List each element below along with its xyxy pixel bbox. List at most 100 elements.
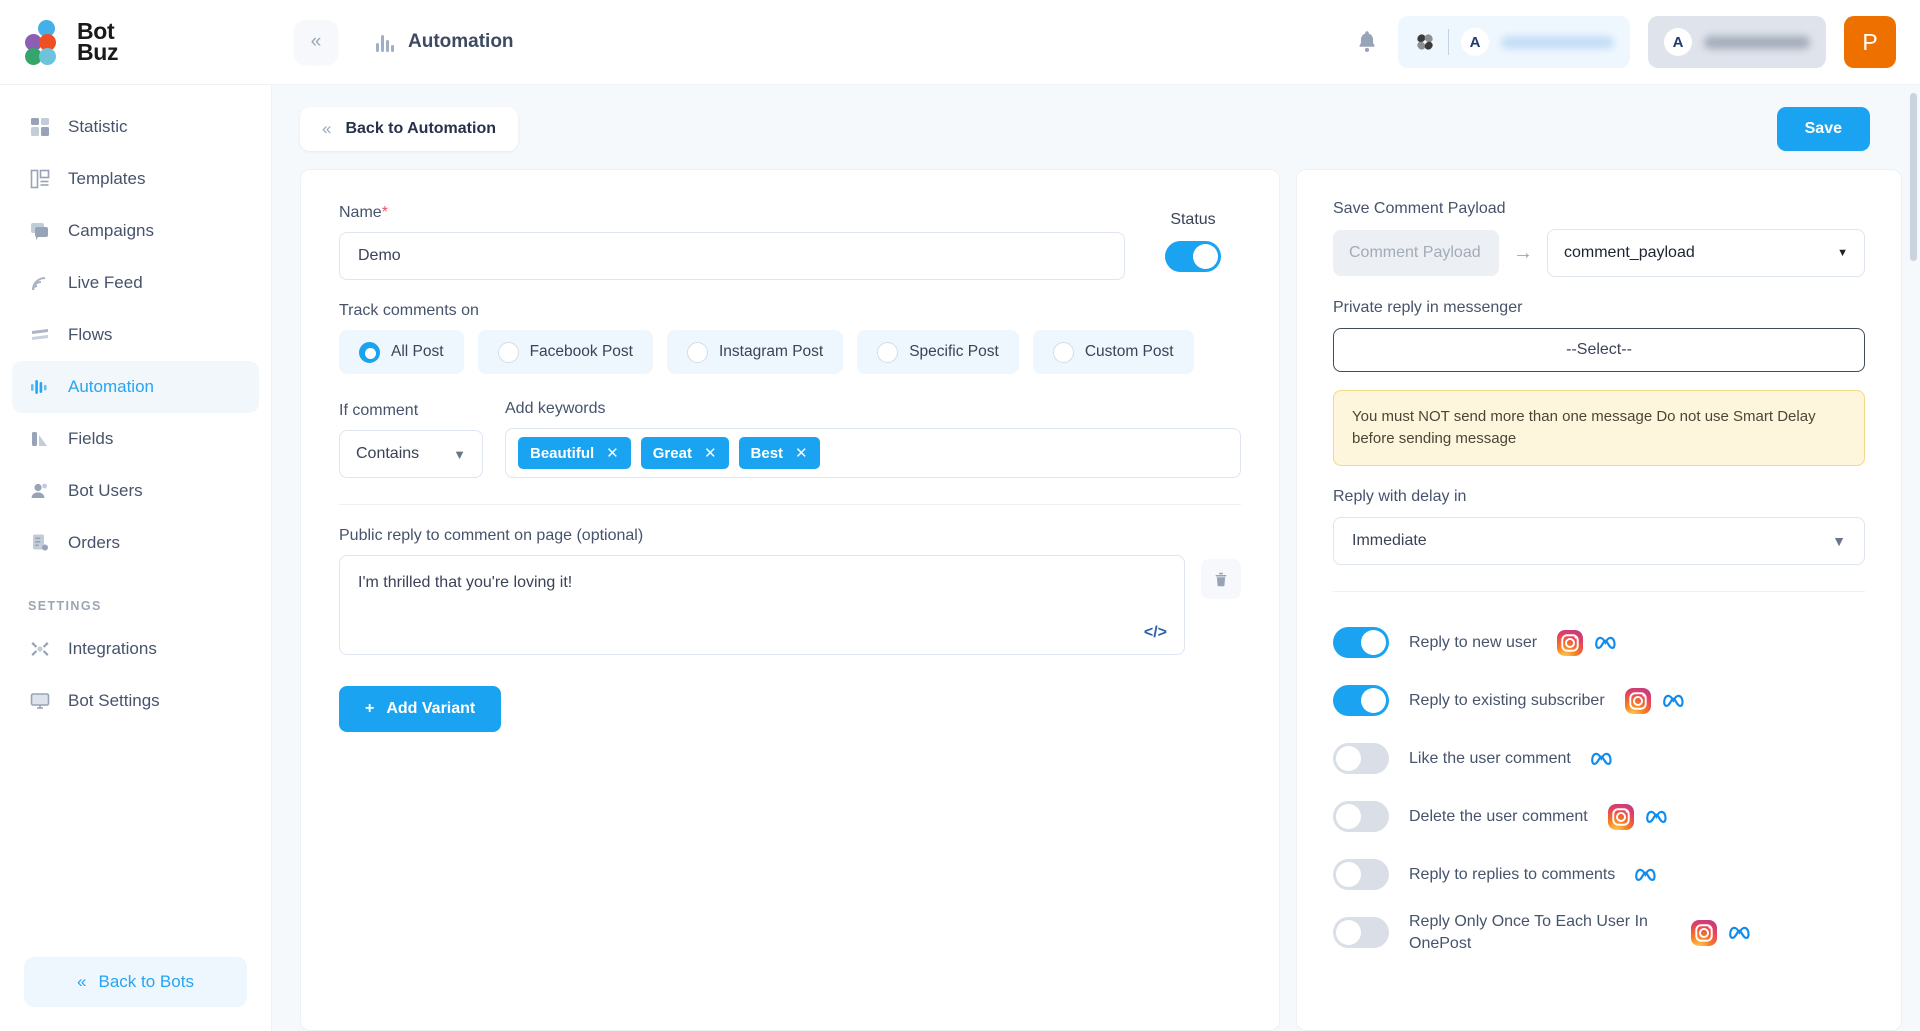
- instagram-icon: [1624, 687, 1651, 714]
- trash-icon: [1215, 572, 1227, 587]
- close-icon[interactable]: ✕: [704, 444, 717, 462]
- account-selector[interactable]: A: [1648, 16, 1826, 68]
- sidebar-item-label: Statistic: [68, 117, 128, 136]
- sidebar-item-statistic[interactable]: Statistic: [12, 101, 259, 153]
- sidebar-item-bot-users[interactable]: Bot Users: [12, 465, 259, 517]
- workspace-selector[interactable]: A: [1398, 16, 1630, 68]
- chevron-double-left-icon: «: [322, 119, 332, 138]
- account-avatar: A: [1664, 28, 1692, 56]
- payload-row: Comment Payload → comment_payload ▼: [1333, 229, 1865, 277]
- top-bar: Bot Buz « Automation A A P: [0, 0, 1920, 85]
- page-title: Automation: [408, 31, 514, 52]
- statistic-icon: [28, 115, 52, 139]
- toggle-row-reply-to-replies: Reply to replies to comments: [1333, 846, 1865, 904]
- content-area: « Back to Automation Save Name* Demo Sta…: [272, 85, 1920, 1031]
- panes: Name* Status Track comments on: [272, 169, 1920, 1031]
- instagram-icon: [1557, 629, 1584, 656]
- save-button[interactable]: Save: [1776, 107, 1870, 151]
- toggle-delete-user-comment[interactable]: [1333, 801, 1389, 832]
- close-icon[interactable]: ✕: [606, 444, 619, 462]
- add-keywords-label: Add keywords: [505, 400, 606, 417]
- track-comments-group: Track comments on All Post Facebook Post: [339, 302, 1241, 374]
- public-reply-textarea[interactable]: [339, 555, 1185, 655]
- account-name-blurred: [1704, 35, 1810, 49]
- keyword-chip[interactable]: Best ✕: [738, 437, 820, 469]
- toggle-row-reply-new-user: Reply to new user: [1333, 614, 1865, 672]
- add-variant-button[interactable]: + Add Variant: [339, 686, 502, 732]
- track-comments-label: Track comments on: [339, 302, 479, 319]
- if-comment-label: If comment: [339, 402, 419, 419]
- reply-delay-label: Reply with delay in: [1333, 487, 1467, 505]
- toggle-label: Reply to replies to comments: [1409, 865, 1616, 883]
- sidebar-item-label: Fields: [68, 429, 114, 448]
- reply-delay-select[interactable]: Immediate ▼: [1333, 516, 1865, 565]
- toggle-reply-to-replies[interactable]: [1333, 859, 1389, 890]
- sidebar-item-templates[interactable]: Templates: [12, 153, 259, 205]
- sidebar-item-flows[interactable]: Flows: [12, 309, 259, 361]
- radio-facebook-post[interactable]: Facebook Post: [477, 330, 653, 374]
- toggle-reply-existing-subscriber[interactable]: [1333, 685, 1389, 716]
- keyword-chip[interactable]: Beautiful ✕: [518, 437, 631, 469]
- sidebar-item-live-feed[interactable]: Live Feed: [12, 257, 259, 309]
- toggle-reply-once-per-user[interactable]: [1333, 917, 1389, 948]
- add-keywords-group: Add keywords Beautiful ✕ Great ✕ Best ✕: [505, 400, 1241, 478]
- toggle-label: Reply to existing subscriber: [1409, 691, 1605, 709]
- page-header: Automation: [376, 31, 514, 53]
- toggle-label: Like the user comment: [1409, 749, 1571, 767]
- sidebar-item-label: Bot Users: [68, 481, 143, 500]
- workspace-name-blurred: [1501, 35, 1614, 49]
- sidebar-item-label: Automation: [68, 377, 154, 396]
- notification-bell-icon[interactable]: [1354, 27, 1380, 57]
- templates-icon: [28, 167, 52, 191]
- if-comment-select[interactable]: Contains ▼: [339, 430, 483, 478]
- radio-indicator: [1052, 341, 1074, 363]
- keyword-chip[interactable]: Great ✕: [640, 437, 729, 469]
- status-toggle[interactable]: [1165, 241, 1221, 272]
- radio-custom-post[interactable]: Custom Post: [1032, 330, 1194, 374]
- chevron-down-icon: ▼: [453, 446, 466, 462]
- live-feed-icon: [28, 271, 52, 295]
- keywords-row: If comment Contains ▼ Add keywords Beaut…: [339, 400, 1241, 478]
- sidebar-item-integrations[interactable]: Integrations: [12, 623, 259, 675]
- chevron-double-left-icon: «: [310, 31, 322, 52]
- workspace-avatar: A: [1461, 28, 1489, 56]
- name-label: Name*: [339, 204, 1125, 222]
- code-icon[interactable]: </>: [1144, 624, 1167, 642]
- name-field-group: Name*: [339, 204, 1125, 280]
- instagram-icon: [1691, 919, 1717, 946]
- sidebar-collapse-button[interactable]: «: [294, 20, 338, 64]
- warning-message: You must NOT send more than one message …: [1333, 390, 1865, 466]
- sidebar-item-automation[interactable]: Automation: [12, 361, 259, 413]
- keyword-label: Beautiful: [530, 444, 595, 462]
- content-toolbar: « Back to Automation Save: [272, 85, 1920, 169]
- back-to-automation-button[interactable]: « Back to Automation: [300, 107, 518, 151]
- radio-all-post[interactable]: All Post: [339, 330, 464, 374]
- radio-indicator: [359, 341, 380, 363]
- sidebar-item-orders[interactable]: Orders: [12, 517, 259, 569]
- keywords-input[interactable]: Beautiful ✕ Great ✕ Best ✕: [505, 428, 1241, 478]
- sidebar-item-bot-settings[interactable]: Bot Settings: [12, 675, 259, 727]
- integrations-icon: [28, 637, 52, 661]
- scrollbar-thumb[interactable]: [1910, 93, 1917, 261]
- name-input[interactable]: [339, 232, 1125, 280]
- reply-settings-card: Save Comment Payload Comment Payload → c…: [1296, 169, 1902, 1031]
- divider: [1333, 590, 1865, 592]
- radio-specific-post[interactable]: Specific Post: [857, 330, 1019, 374]
- back-to-bots-button[interactable]: « Back to Bots: [24, 957, 247, 1007]
- delete-variant-button[interactable]: [1201, 559, 1241, 599]
- profile-avatar-button[interactable]: P: [1844, 16, 1896, 68]
- radio-label: Custom Post: [1084, 343, 1174, 360]
- private-reply-select[interactable]: --Select--: [1333, 328, 1865, 372]
- payload-field-select[interactable]: comment_payload ▼: [1547, 229, 1865, 277]
- sidebar-item-fields[interactable]: Fields: [12, 413, 259, 465]
- botbuz-logo[interactable]: Bot Buz: [24, 19, 119, 65]
- toggle-like-user-comment[interactable]: [1333, 743, 1389, 774]
- radio-instagram-post[interactable]: Instagram Post: [666, 330, 844, 374]
- meta-icon: [1729, 926, 1750, 939]
- sidebar-item-campaigns[interactable]: Campaigns: [12, 205, 259, 257]
- keyword-label: Great: [652, 444, 692, 462]
- close-icon[interactable]: ✕: [795, 444, 808, 462]
- toggle-reply-new-user[interactable]: [1333, 627, 1389, 658]
- status-label: Status: [1170, 211, 1216, 228]
- meta-icon: [1595, 636, 1616, 649]
